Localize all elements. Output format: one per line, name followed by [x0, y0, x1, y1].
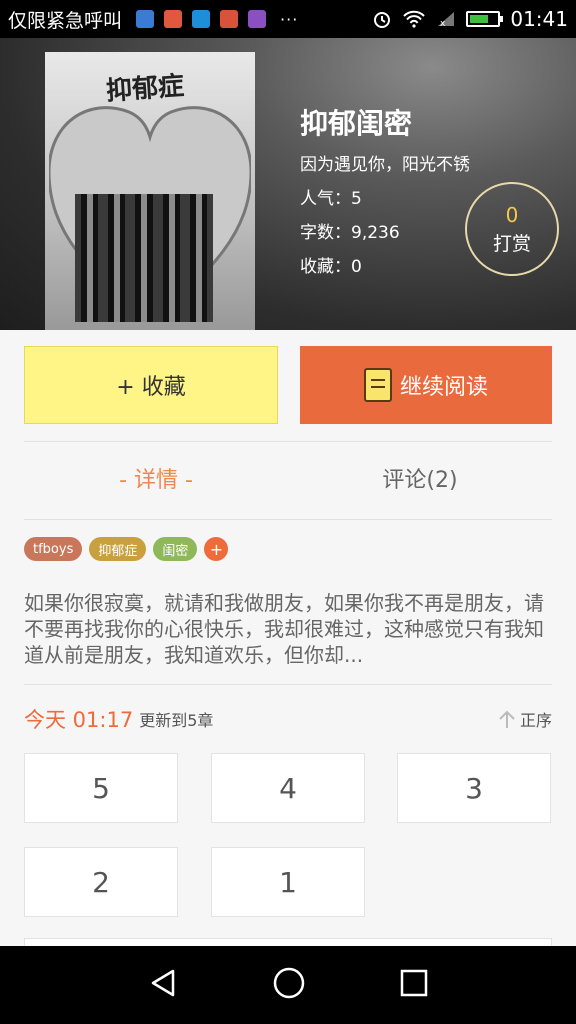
system-nav-bar [0, 946, 576, 1024]
reward-count: 0 [505, 202, 519, 227]
favorites-label: 收藏： [300, 257, 351, 277]
add-favorite-button[interactable]: + 收藏 [24, 346, 278, 424]
signal-icon: x [436, 10, 456, 28]
popularity-label: 人气： [300, 189, 351, 209]
overflow-dots: ··· [280, 9, 299, 29]
carrier-text: 仅限紧急呼叫 [8, 9, 123, 32]
update-time: 今天 01:17 [24, 708, 134, 732]
add-tag-button[interactable]: + [204, 537, 229, 561]
word-count-value: 9,236 [351, 223, 400, 243]
k-app-icon [136, 10, 155, 28]
book-title: 抑郁闺密 [300, 107, 413, 140]
book-header: 抑郁症 抑郁闺密 因为遇见你，阳光不锈 人气：5 字数：9,236 收藏：0 0… [0, 38, 576, 330]
svg-text:x: x [440, 19, 446, 28]
reward-label: 打赏 [492, 232, 531, 255]
divider-tabs [24, 519, 552, 520]
book-icon [363, 368, 392, 402]
back-icon[interactable] [147, 967, 179, 1003]
tag-bestie[interactable]: 闺密 [153, 537, 198, 561]
favorites-row: 收藏：0 [300, 252, 362, 277]
tab-comments[interactable]: 评论(2) [288, 462, 552, 494]
word-count-label: 字数： [300, 223, 351, 243]
app-red-icon [220, 10, 239, 28]
book-cover[interactable]: 抑郁症 [45, 52, 255, 330]
chapter-button[interactable]: 3 [397, 753, 551, 823]
book-summary[interactable]: 如果你很寂寞，就请和我做朋友，如果你我不再是朋友，请不要再找我你的心很快乐，我却… [24, 590, 552, 668]
divider-summary [24, 684, 552, 685]
update-row: 今天 01:17 更新到5章 正序 [24, 704, 552, 734]
wifi-icon [402, 10, 426, 28]
status-right: x 01:41 [372, 7, 568, 31]
chapter-button[interactable]: 5 [24, 753, 178, 823]
reward-button[interactable]: 0 打赏 [465, 182, 559, 276]
chapter-button[interactable]: 2 [24, 847, 178, 917]
home-icon[interactable] [272, 966, 306, 1004]
battery-icon [466, 11, 504, 27]
tag-depression[interactable]: 抑郁症 [89, 537, 147, 561]
add-favorite-label: + 收藏 [116, 375, 186, 400]
cover-prison-bars [75, 194, 213, 322]
continue-reading-button[interactable]: 继续阅读 [300, 346, 552, 424]
recents-icon[interactable] [399, 968, 429, 1002]
book-subtitle: 因为遇见你，阳光不锈 [300, 155, 470, 175]
status-bar: 仅限紧急呼叫 ··· x 01:41 [0, 0, 576, 38]
divider-top [24, 441, 552, 442]
word-count-row: 字数：9,236 [300, 218, 400, 243]
gallery-icon [248, 10, 267, 28]
continue-reading-label: 继续阅读 [399, 375, 488, 400]
weather-icon [192, 10, 211, 28]
favorites-value: 0 [351, 257, 362, 277]
chapter-button[interactable]: 4 [211, 753, 365, 823]
update-text: 更新到5章 [139, 711, 214, 730]
popularity-value: 5 [351, 189, 362, 209]
tag-tfboys[interactable]: tfboys [24, 537, 83, 561]
status-left: 仅限紧急呼叫 ··· [8, 6, 298, 33]
mail-icon [164, 10, 183, 28]
arrow-up-icon [499, 710, 515, 728]
status-time: 01:41 [510, 7, 568, 31]
sort-toggle[interactable]: 正序 [498, 707, 552, 731]
tab-detail[interactable]: - 详情 - [24, 462, 288, 494]
popularity-row: 人气：5 [300, 184, 362, 209]
alarm-icon [372, 9, 392, 29]
chapter-button[interactable]: 1 [211, 847, 365, 917]
notification-icons [136, 10, 267, 28]
tag-list: tfboys 抑郁症 闺密 + [24, 537, 229, 561]
sort-label: 正序 [519, 711, 552, 730]
